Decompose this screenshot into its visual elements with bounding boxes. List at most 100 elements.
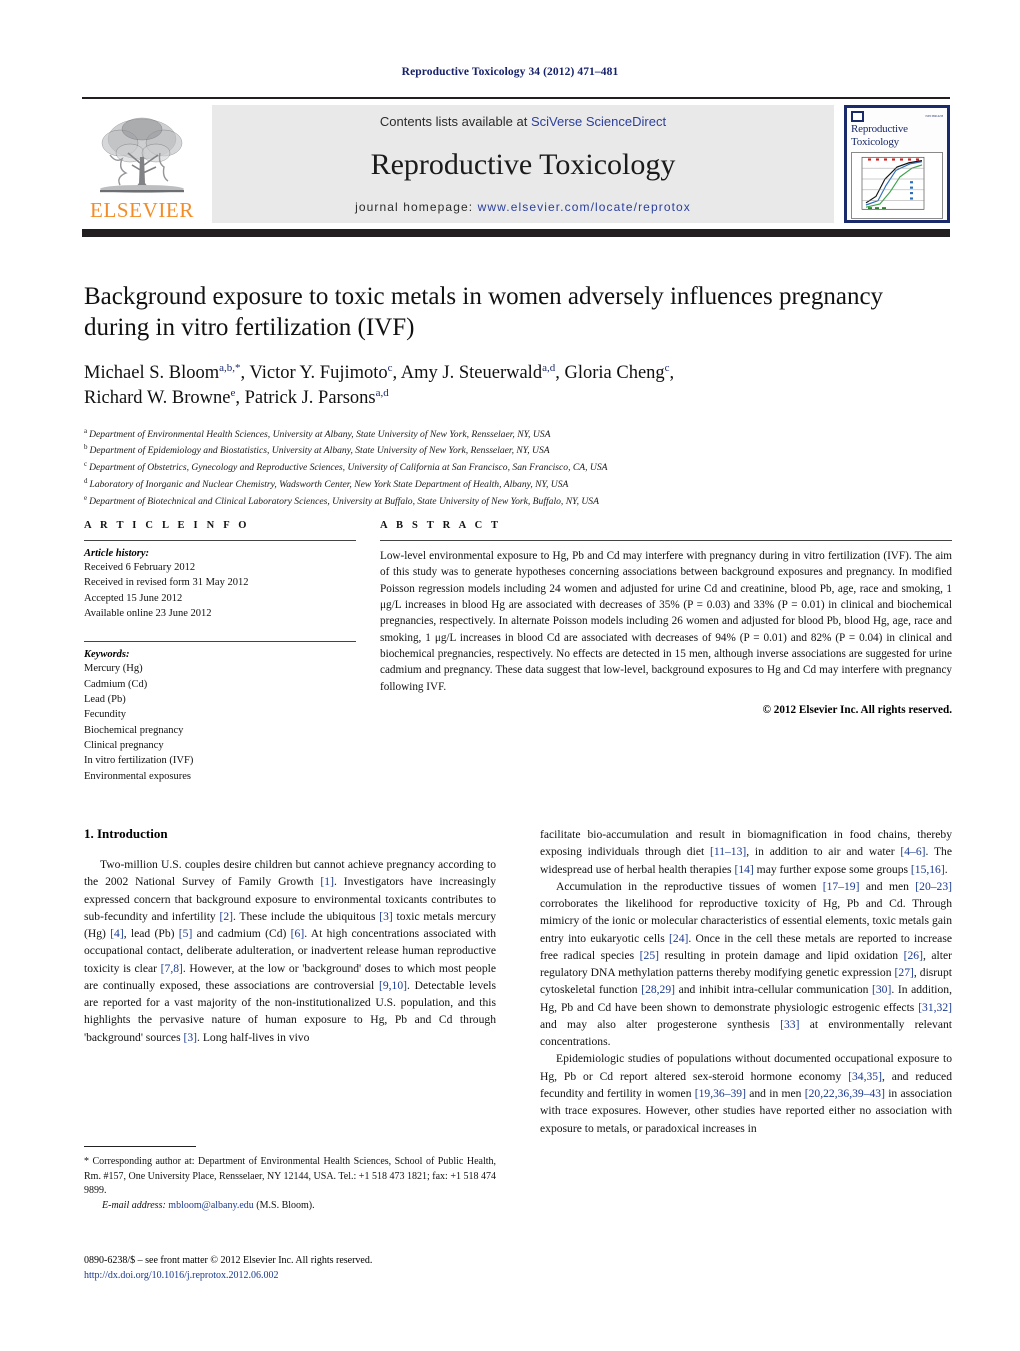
footnote-rule — [84, 1146, 196, 1147]
issn-line: 0890-6238/$ – see front matter © 2012 El… — [84, 1255, 373, 1266]
article-info-heading: A R T I C L E I N F O — [84, 520, 250, 531]
elsevier-logo: ELSEVIER — [82, 105, 202, 223]
author-line-1: Michael S. Blooma,b,*, Victor Y. Fujimot… — [84, 361, 952, 386]
affiliation-text: Department of Environmental Health Scien… — [89, 428, 551, 440]
affiliation-text: Department of Obstetrics, Gynecology and… — [89, 462, 608, 474]
contents-prefix: Contents lists available at — [379, 114, 531, 129]
journal-homepage-link[interactable]: www.elsevier.com/locate/reprotox — [478, 200, 691, 214]
affiliation-item: a Department of Environmental Health Scie… — [84, 426, 952, 443]
keyword-item: Clinical pregnancy — [84, 739, 164, 751]
journal-cover-thumbnail: ISSN 0890-6238 Reproductive Toxicology P… — [844, 105, 950, 223]
keyword-item: Mercury (Hg) — [84, 663, 143, 675]
body-paragraph: Two-million U.S. couples desire children… — [84, 858, 497, 1044]
masthead-center: Contents lists available at SciVerse Sci… — [212, 105, 834, 223]
author-separator: , — [669, 363, 675, 384]
article-history-item: Accepted 15 June 2012 — [84, 592, 183, 604]
abstract-column: A B S T R A C T Low-level environmental … — [374, 520, 952, 784]
abstract-rule — [380, 540, 952, 541]
affiliation-item: b Department of Epidemiology and Biostati… — [84, 442, 952, 459]
cover-title-line2: Toxicology — [851, 135, 899, 148]
body-paragraph: facilitate bio-accumulation and result i… — [540, 828, 952, 876]
affiliation-text: Department of Biotechnical and Clinical … — [89, 495, 599, 507]
email-owner: (M.S. Bloom). — [256, 1199, 315, 1211]
abstract-text: Low-level environmental exposure to Hg, … — [380, 550, 952, 693]
corresponding-author-text: * Corresponding author at: Department of… — [84, 1156, 496, 1196]
author-line-2: Richard W. Brownee, Patrick J. Parsonsa,… — [84, 386, 952, 411]
masthead-top-rule — [82, 97, 950, 99]
elsevier-tree-icon — [100, 117, 184, 193]
elsevier-wordmark: ELSEVIER — [90, 198, 194, 222]
title-block: Background exposure to toxic metals in w… — [84, 282, 952, 509]
article-info-rule — [84, 540, 356, 541]
affiliation-item: e Department of Biotechnical and Clinical… — [84, 493, 952, 510]
author-name: Patrick J. Parsons — [244, 388, 376, 409]
cover-logo-icon — [851, 111, 864, 122]
email-link[interactable]: mbloom@albany.edu — [168, 1200, 254, 1211]
keyword-item: Biochemical pregnancy — [84, 724, 184, 736]
author-affil-marker: a,d — [542, 362, 556, 374]
cover-topbar-right: ISSN 0890-6238 — [925, 115, 943, 118]
journal-masthead: ELSEVIER Contents lists available at Sci… — [82, 97, 950, 237]
doi-link[interactable]: http://dx.doi.org/10.1016/j.reprotox.201… — [84, 1268, 554, 1283]
author-affil-marker: a,d — [375, 387, 389, 400]
cover-footer-bar: AVAILABLE ONLINE AT WWW.SCIENCEDIRECT.CO… — [851, 222, 943, 223]
keywords-label: Keywords: — [84, 649, 130, 661]
corresponding-author-footnote: * Corresponding author at: Department of… — [84, 1146, 496, 1213]
keywords-block: Keywords: Mercury (Hg) Cadmium (Cd) Lead… — [84, 641, 356, 784]
keywords-rule — [84, 641, 356, 643]
author-entry: Victor Y. Fujimotoc — [249, 362, 392, 384]
author-list: Michael S. Blooma,b,*, Victor Y. Fujimot… — [84, 361, 952, 412]
author-affil-marker: a,b,* — [219, 362, 241, 374]
author-separator: , — [235, 388, 245, 409]
affiliation-item: d Laboratory of Inorganic and Nuclear Che… — [84, 476, 952, 493]
contents-available-line: Contents lists available at SciVerse Sci… — [380, 114, 666, 129]
article-history-label: Article history: — [84, 548, 150, 559]
keyword-item: Lead (Pb) — [84, 693, 126, 705]
affiliation-text: Department of Epidemiology and Biostatis… — [89, 445, 550, 457]
author-name: Gloria Cheng — [564, 363, 665, 384]
author-entry: Amy J. Steuerwalda,d — [401, 362, 556, 383]
author-separator: , — [392, 363, 401, 384]
author-name: Michael S. Bloom — [84, 363, 220, 384]
email-line: E-mail address: mbloom@albany.edu (M.S. … — [84, 1199, 496, 1214]
abstract-copyright: © 2012 Elsevier Inc. All rights reserved… — [762, 704, 952, 717]
author-entry: Richard W. Brownee — [84, 387, 235, 408]
email-label: E-mail address: — [102, 1199, 166, 1211]
cover-title-line1: Reproductive — [851, 123, 908, 135]
sciencedirect-link[interactable]: SciVerse ScienceDirect — [531, 114, 666, 129]
affiliation-marker: d — [84, 476, 88, 485]
article-history-item: Received in revised form 31 May 2012 — [84, 577, 249, 589]
affiliation-list: a Department of Environmental Health Scie… — [84, 426, 952, 510]
body-column-left: 1. Introduction Two-million U.S. couples… — [84, 826, 496, 1137]
author-entry: Gloria Chengc — [564, 362, 669, 384]
journal-title: Reproductive Toxicology — [370, 147, 676, 181]
abstract-heading: A B S T R A C T — [380, 520, 502, 531]
page-title: Background exposure to toxic metals in w… — [84, 283, 884, 341]
body-columns: 1. Introduction Two-million U.S. couples… — [84, 826, 952, 1137]
article-page: Reproductive Toxicology 34 (2012) 471–48… — [0, 0, 1020, 1351]
author-entry: Patrick J. Parsonsa,d — [244, 387, 389, 409]
author-name: Victor Y. Fujimoto — [249, 363, 388, 384]
affiliation-marker: b — [84, 443, 88, 452]
keyword-item: Fecundity — [84, 709, 126, 721]
affiliation-marker: c — [84, 460, 88, 469]
section-heading-introduction: 1. Introduction — [84, 826, 168, 841]
keyword-item: Environmental exposures — [84, 770, 192, 782]
cover-chart-icon — [861, 156, 925, 210]
issn-copyright-block: 0890-6238/$ – see front matter © 2012 El… — [84, 1253, 554, 1283]
running-head: Reproductive Toxicology 34 (2012) 471–48… — [401, 66, 619, 78]
keyword-item: Cadmium (Cd) — [84, 678, 148, 690]
affiliation-text: Laboratory of Inorganic and Nuclear Chem… — [89, 478, 569, 490]
affiliation-item: c Department of Obstetrics, Gynecology an… — [84, 459, 952, 476]
body-paragraph: Epidemiologic studies of populations wit… — [540, 1052, 953, 1135]
author-entry: Michael S. Blooma,b,* — [84, 362, 241, 384]
cover-topbar: ISSN 0890-6238 — [851, 111, 943, 122]
article-info-column: A R T I C L E I N F O Article history: R… — [84, 520, 356, 784]
article-history-item: Received 6 February 2012 — [84, 562, 196, 573]
cover-figure — [851, 151, 943, 219]
article-history-item: Available online 23 June 2012 — [84, 607, 212, 619]
keyword-item: In vitro fertilization (IVF) — [84, 755, 194, 767]
affiliation-marker: e — [84, 493, 88, 502]
body-column-right: facilitate bio-accumulation and result i… — [540, 826, 952, 1137]
affiliation-marker: a — [84, 426, 88, 435]
